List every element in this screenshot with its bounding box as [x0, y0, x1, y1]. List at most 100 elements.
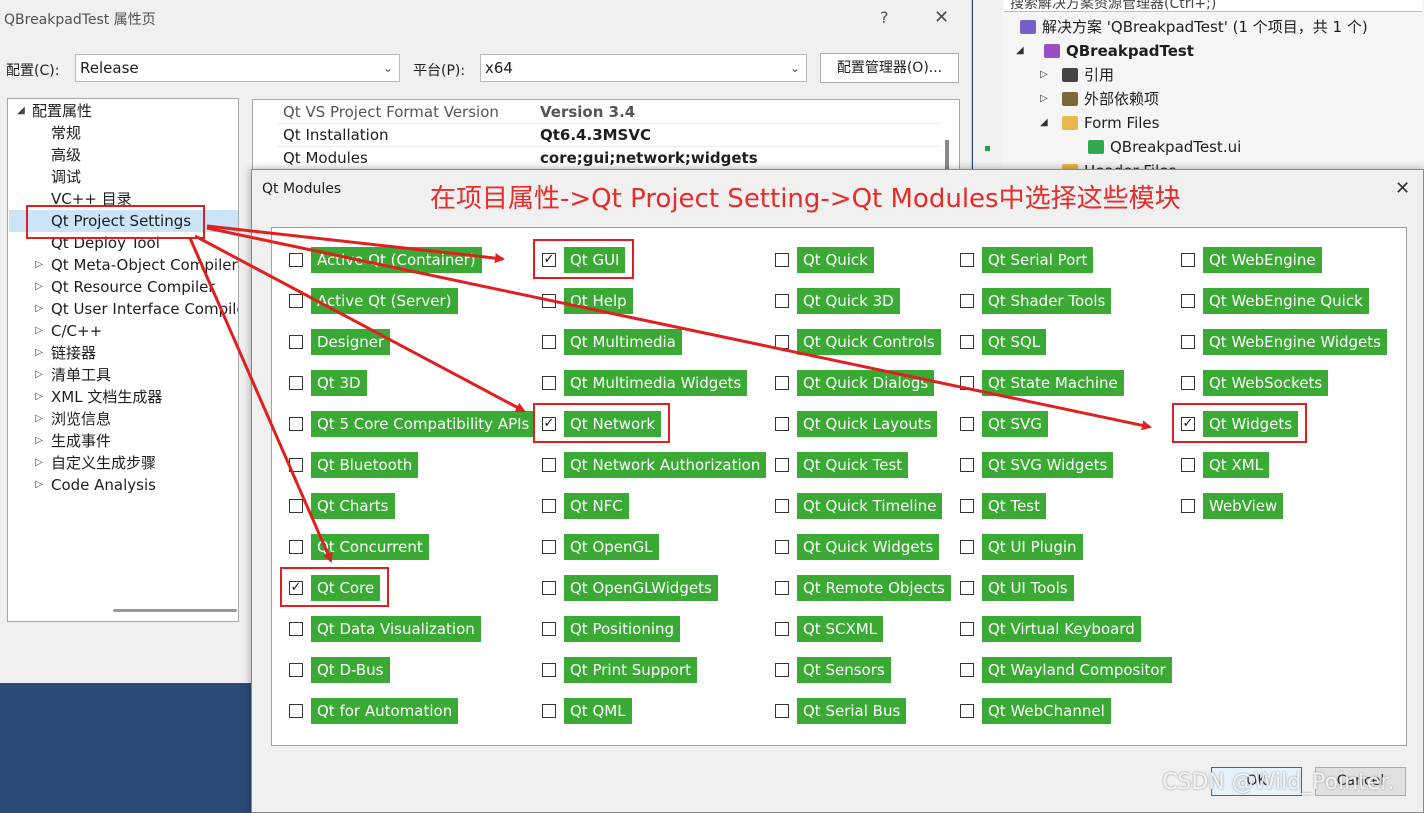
- expander-icon[interactable]: ▷: [32, 430, 46, 452]
- tree-item[interactable]: ▷ Qt User Interface Compiler: [8, 298, 238, 320]
- tree-item[interactable]: VC++ 目录: [8, 188, 238, 210]
- checkbox-unchecked-icon[interactable]: [775, 417, 789, 431]
- checkbox-unchecked-icon[interactable]: [289, 622, 303, 636]
- tree-item[interactable]: ▷ 生成事件: [8, 430, 238, 452]
- close-icon[interactable]: ✕: [1395, 178, 1410, 199]
- checkbox-unchecked-icon[interactable]: [960, 253, 974, 267]
- checkbox-unchecked-icon[interactable]: [542, 581, 556, 595]
- horizontal-scrollbar[interactable]: [113, 609, 237, 612]
- checkbox-unchecked-icon[interactable]: [960, 663, 974, 677]
- checkbox-unchecked-icon[interactable]: [289, 540, 303, 554]
- checkbox-unchecked-icon[interactable]: [960, 458, 974, 472]
- checkbox-unchecked-icon[interactable]: [289, 376, 303, 390]
- help-button[interactable]: ?: [880, 8, 889, 27]
- grid-row[interactable]: Qt Installation Qt6.4.3MSVC: [277, 124, 941, 147]
- solution-item[interactable]: 外部依赖项: [1084, 88, 1159, 110]
- tree-item[interactable]: ▷ Qt Resource Compiler: [8, 276, 238, 298]
- expander-icon[interactable]: ▷: [32, 364, 46, 386]
- checkbox-unchecked-icon[interactable]: [542, 294, 556, 308]
- checkbox-unchecked-icon[interactable]: [960, 704, 974, 718]
- tree-item[interactable]: ▷ C/C++: [8, 320, 238, 342]
- solution-item[interactable]: Form Files: [1084, 112, 1159, 134]
- checkbox-unchecked-icon[interactable]: [542, 335, 556, 349]
- checkbox-unchecked-icon[interactable]: [1181, 294, 1195, 308]
- solution-item[interactable]: 引用: [1084, 64, 1114, 86]
- solution-item[interactable]: QBreakpadTest: [1066, 40, 1194, 62]
- expander-icon[interactable]: ▷: [32, 474, 46, 496]
- checkbox-unchecked-icon[interactable]: [289, 294, 303, 308]
- config-manager-button[interactable]: 配置管理器(O)...: [820, 53, 959, 83]
- checkbox-unchecked-icon[interactable]: [289, 499, 303, 513]
- checkbox-unchecked-icon[interactable]: [960, 294, 974, 308]
- checkbox-unchecked-icon[interactable]: [960, 581, 974, 595]
- checkbox-unchecked-icon[interactable]: [775, 622, 789, 636]
- tree-item[interactable]: ▷ 自定义生成步骤: [8, 452, 238, 474]
- solution-item[interactable]: 解决方案 'QBreakpadTest' (1 个项目，共 1 个): [1042, 16, 1368, 38]
- checkbox-unchecked-icon[interactable]: [960, 540, 974, 554]
- config-select[interactable]: Release ⌄: [75, 54, 400, 82]
- checkbox-unchecked-icon[interactable]: [289, 335, 303, 349]
- checkbox-unchecked-icon[interactable]: [289, 704, 303, 718]
- expander-icon[interactable]: ▷: [32, 386, 46, 408]
- checkbox-unchecked-icon[interactable]: [289, 417, 303, 431]
- expander-icon[interactable]: ▷: [32, 298, 46, 320]
- checkbox-unchecked-icon[interactable]: [960, 417, 974, 431]
- checkbox-unchecked-icon[interactable]: [289, 663, 303, 677]
- expander-icon[interactable]: ▷: [32, 276, 46, 298]
- checkbox-unchecked-icon[interactable]: [775, 581, 789, 595]
- checkbox-unchecked-icon[interactable]: [542, 376, 556, 390]
- checkbox-unchecked-icon[interactable]: [542, 622, 556, 636]
- checkbox-unchecked-icon[interactable]: [1181, 376, 1195, 390]
- expander-icon[interactable]: ◢: [1040, 112, 1048, 134]
- checkbox-unchecked-icon[interactable]: [542, 663, 556, 677]
- platform-select[interactable]: x64 ⌄: [480, 54, 807, 82]
- checkbox-unchecked-icon[interactable]: [775, 253, 789, 267]
- checkbox-unchecked-icon[interactable]: [775, 376, 789, 390]
- checkbox-unchecked-icon[interactable]: [542, 540, 556, 554]
- checkbox-unchecked-icon[interactable]: [542, 499, 556, 513]
- expander-icon[interactable]: ▷: [32, 254, 46, 276]
- tree-item[interactable]: ▷ Code Analysis: [8, 474, 238, 496]
- checkbox-unchecked-icon[interactable]: [775, 458, 789, 472]
- checkbox-unchecked-icon[interactable]: [1181, 335, 1195, 349]
- grid-row[interactable]: Qt VS Project Format Version Version 3.4: [277, 101, 941, 124]
- checkbox-unchecked-icon[interactable]: [289, 253, 303, 267]
- tree-item[interactable]: ▷ 链接器: [8, 342, 238, 364]
- checkbox-unchecked-icon[interactable]: [542, 704, 556, 718]
- close-button[interactable]: ✕: [934, 7, 949, 28]
- grid-row[interactable]: Qt Modules core;gui;network;widgets: [277, 147, 941, 170]
- tree-item[interactable]: ▷ 浏览信息: [8, 408, 238, 430]
- expander-icon[interactable]: ◢: [14, 100, 28, 122]
- tree-item[interactable]: ◢ 配置属性: [8, 100, 238, 122]
- tree-item[interactable]: Qt Project Settings: [8, 210, 238, 232]
- checkbox-unchecked-icon[interactable]: [960, 335, 974, 349]
- checkbox-unchecked-icon[interactable]: [1181, 499, 1195, 513]
- checkbox-unchecked-icon[interactable]: [775, 335, 789, 349]
- expander-icon[interactable]: ▷: [32, 342, 46, 364]
- checkbox-unchecked-icon[interactable]: [960, 499, 974, 513]
- tree-item[interactable]: 调试: [8, 166, 238, 188]
- checkbox-unchecked-icon[interactable]: [775, 663, 789, 677]
- solution-item[interactable]: QBreakpadTest.ui: [1110, 136, 1241, 158]
- checkbox-unchecked-icon[interactable]: [960, 376, 974, 390]
- checkbox-unchecked-icon[interactable]: [775, 294, 789, 308]
- checkbox-unchecked-icon[interactable]: [542, 458, 556, 472]
- expander-icon[interactable]: ▷: [32, 320, 46, 342]
- expander-icon[interactable]: ▷: [1040, 64, 1048, 86]
- solution-search-input[interactable]: 搜索解决方案资源管理器(Ctrl+;): [1004, 0, 1422, 12]
- checkbox-unchecked-icon[interactable]: [1181, 458, 1195, 472]
- tree-item[interactable]: ▷ XML 文档生成器: [8, 386, 238, 408]
- expander-icon[interactable]: ▷: [1040, 88, 1048, 110]
- checkbox-unchecked-icon[interactable]: [775, 540, 789, 554]
- tree-item[interactable]: 常规: [8, 122, 238, 144]
- checkbox-unchecked-icon[interactable]: [289, 458, 303, 472]
- tree-item[interactable]: ▷ 清单工具: [8, 364, 238, 386]
- checkbox-unchecked-icon[interactable]: [775, 704, 789, 718]
- expander-icon[interactable]: ▷: [32, 452, 46, 474]
- checkbox-unchecked-icon[interactable]: [1181, 253, 1195, 267]
- tree-item[interactable]: 高级: [8, 144, 238, 166]
- checkbox-unchecked-icon[interactable]: [960, 622, 974, 636]
- tree-item[interactable]: ▷ Qt Meta-Object Compiler: [8, 254, 238, 276]
- tree-item[interactable]: Qt Deploy Tool: [8, 232, 238, 254]
- expander-icon[interactable]: ◢: [1016, 40, 1024, 62]
